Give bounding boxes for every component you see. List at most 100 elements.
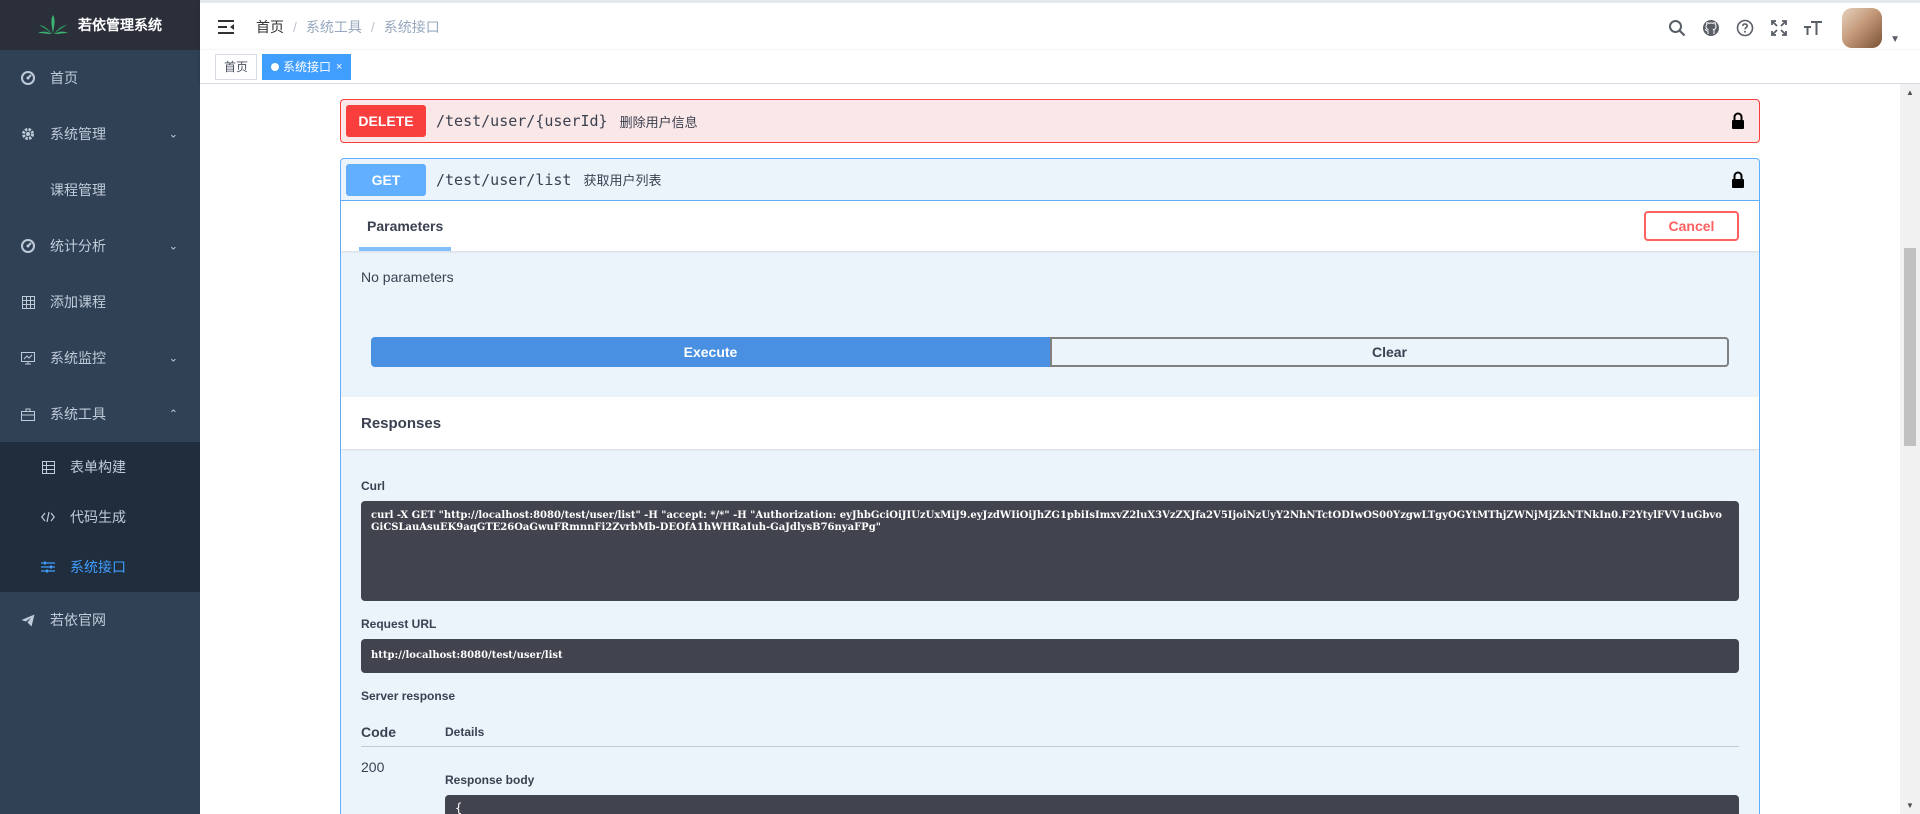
response-body-code[interactable]: { (445, 795, 1739, 814)
sidebar-item-label: 系统监控 (50, 350, 106, 366)
response-details: Response body { (445, 759, 1739, 814)
grid-icon (20, 294, 36, 310)
sidebar-item-monitor[interactable]: 系统监控 ⌄ (0, 330, 200, 386)
app-title: 若依管理系统 (78, 17, 162, 33)
sidebar-item-course[interactable]: 课程管理 (0, 162, 200, 218)
fullscreen-icon[interactable] (1762, 3, 1796, 53)
status-code: 200 (361, 759, 385, 775)
github-icon[interactable] (1694, 3, 1728, 53)
close-icon[interactable]: × (336, 55, 342, 79)
request-url-label: Request URL (361, 617, 437, 631)
tag-label: 系统接口 (283, 59, 332, 74)
search-icon[interactable] (1660, 3, 1694, 53)
chevron-down-icon: ⌄ (168, 128, 178, 141)
tab-parameters[interactable]: Parameters (359, 201, 452, 251)
request-url-code[interactable]: http://localhost:8080/test/user/list (361, 639, 1739, 673)
sidebar-item-swagger[interactable]: 系统接口 (0, 542, 200, 592)
breadcrumb-separator: / (293, 18, 297, 35)
parameters-bar: Parameters Cancel (341, 201, 1759, 251)
sidebar-item-system[interactable]: 系统管理 ⌄ (0, 106, 200, 162)
dashboard-icon (20, 238, 36, 254)
right-menu: ▼ (1660, 3, 1900, 53)
sidebar-item-add-course[interactable]: 添加课程 (0, 274, 200, 330)
details-column-header: Details (445, 724, 485, 739)
sidebar-item-label: 统计分析 (50, 238, 106, 254)
cancel-button[interactable]: Cancel (1644, 211, 1739, 241)
breadcrumb: 首页 / 系统工具 / 系统接口 (256, 17, 440, 37)
method-badge: GET (346, 163, 426, 196)
logo[interactable]: 若依管理系统 (0, 0, 200, 50)
sidebar-item-label: 表单构建 (70, 459, 126, 475)
sidebar-item-label: 首页 (50, 70, 78, 86)
logo-icon (38, 15, 68, 34)
sidebar-item-label: 若依官网 (50, 612, 106, 628)
font-size-icon[interactable] (1796, 3, 1830, 53)
clear-button[interactable]: Clear (1050, 337, 1729, 367)
scroll-down-icon[interactable]: ▼ (1906, 801, 1914, 810)
gear-icon (20, 126, 36, 142)
code-column-header: Code (361, 723, 396, 740)
sidebar-item-label: 课程管理 (50, 182, 106, 198)
breadcrumb-item[interactable]: 首页 (256, 17, 284, 37)
sidebar-item-label: 系统工具 (50, 406, 106, 422)
tools-submenu: 表单构建 代码生成 系统接口 (0, 442, 200, 592)
chevron-up-icon: ⌃ (168, 408, 178, 421)
execute-button-group: Execute Clear (371, 337, 1729, 367)
sidebar-item-codegen[interactable]: 代码生成 (0, 492, 200, 542)
response-table-header: Code Details (361, 717, 1739, 747)
help-icon[interactable] (1728, 3, 1762, 53)
caret-down-icon[interactable]: ▼ (1890, 34, 1900, 45)
tag-swagger[interactable]: 系统接口 × (262, 53, 352, 80)
breadcrumb-item: 系统接口 (383, 18, 440, 35)
sidebar: 若依管理系统 首页 系统管理 ⌄ 课程管理 统计分析 ⌄ 添加课程 系统监控 ⌄ (0, 0, 200, 814)
endpoint-summary: 删除用户信息 (619, 114, 698, 130)
scroll-up-icon[interactable]: ▲ (1906, 88, 1914, 97)
sidebar-item-home[interactable]: 首页 (0, 50, 200, 106)
endpoint-path: /test/user/{userId} (436, 112, 608, 130)
lock-icon[interactable] (1731, 112, 1745, 130)
tags-view: 首页 系统接口 × (200, 50, 1920, 84)
sliders-icon (40, 559, 56, 575)
opblock-get: GET /test/user/list 获取用户列表 Parameters Ca… (340, 158, 1760, 814)
no-parameters-text: No parameters (361, 269, 454, 285)
chevron-down-icon: ⌄ (168, 352, 178, 365)
opblock-get-header[interactable]: GET /test/user/list 获取用户列表 (341, 159, 1759, 201)
scrollbar-thumb[interactable] (1904, 248, 1916, 446)
code-icon (40, 509, 56, 525)
sidebar-item-label: 系统管理 (50, 126, 106, 142)
navbar: 首页 / 系统工具 / 系统接口 ▼ (200, 0, 1920, 50)
sidebar-item-label: 添加课程 (50, 294, 106, 310)
endpoint-path: /test/user/list (436, 170, 572, 189)
sidebar-item-website[interactable]: 若依官网 (0, 592, 200, 648)
server-response-label: Server response (361, 689, 456, 703)
page-scrollbar[interactable]: ▲ ▼ (1900, 84, 1920, 814)
response-body-label: Response body (445, 773, 535, 787)
send-icon (20, 612, 36, 628)
curl-code[interactable]: curl -X GET "http://localhost:8080/test/… (361, 501, 1739, 601)
table-icon (40, 459, 56, 475)
monitor-icon (20, 350, 36, 366)
sidebar-item-stats[interactable]: 统计分析 ⌄ (0, 218, 200, 274)
tag-home[interactable]: 首页 (215, 53, 258, 80)
curl-label: Curl (361, 479, 385, 493)
sidebar-item-tools[interactable]: 系统工具 ⌃ (0, 386, 200, 442)
endpoint-summary: 获取用户列表 (583, 173, 662, 188)
breadcrumb-separator: / (370, 18, 375, 35)
hamburger-icon[interactable] (216, 17, 236, 37)
avatar[interactable] (1842, 8, 1883, 48)
dashboard-icon (20, 70, 36, 86)
table-row: 200 Response body { (361, 747, 1739, 814)
method-badge: DELETE (346, 105, 426, 137)
responses-heading: Responses (341, 397, 1759, 449)
sidebar-item-label: 代码生成 (70, 509, 126, 525)
sidebar-item-label: 系统接口 (70, 559, 126, 575)
opblock-delete[interactable]: DELETE /test/user/{userId} 删除用户信息 (340, 99, 1760, 143)
lock-icon[interactable] (1731, 171, 1745, 189)
sidebar-item-form-build[interactable]: 表单构建 (0, 442, 200, 492)
breadcrumb-item: 系统工具 (305, 18, 362, 35)
chevron-down-icon: ⌄ (168, 240, 178, 253)
active-dot (271, 62, 280, 71)
swagger-content: DELETE /test/user/{userId} 删除用户信息 GET /t… (200, 84, 1900, 814)
toolbox-icon (20, 406, 36, 422)
execute-button[interactable]: Execute (371, 337, 1050, 367)
